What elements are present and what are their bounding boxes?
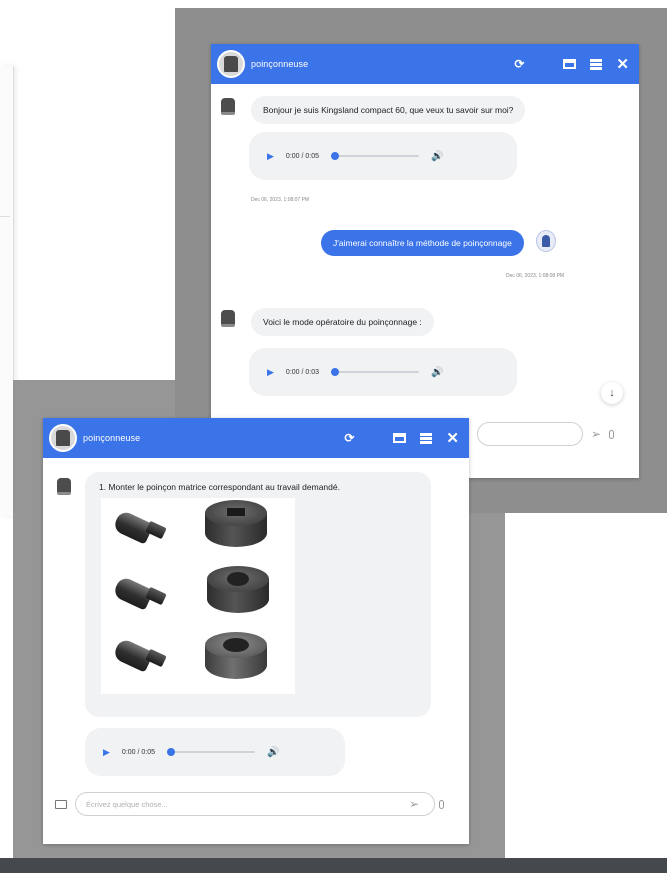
user-message: J'aimerai connaître la méthode de poinço… (321, 230, 524, 256)
play-icon[interactable]: ▶ (267, 367, 274, 378)
send-icon[interactable]: ➢ (591, 427, 601, 441)
volume-icon[interactable]: 🔊 (431, 151, 443, 162)
message-input[interactable] (75, 792, 435, 816)
mic-icon[interactable] (609, 429, 615, 439)
scroll-down-icon[interactable]: ↓ (601, 382, 623, 404)
bot-message: Bonjour je suis Kingsland compact 60, qu… (251, 96, 526, 124)
audio-progress[interactable] (331, 152, 420, 160)
input-bar: ➢ (477, 422, 615, 446)
chat-header: poinçonneuse ⟳ ✕ (43, 418, 469, 458)
punch-part (112, 575, 167, 611)
chat-title: poinçonneuse (251, 59, 309, 69)
play-icon[interactable]: ▶ (267, 151, 274, 162)
refresh-icon[interactable]: ⟳ (514, 58, 524, 70)
keyboard-icon[interactable] (55, 799, 67, 809)
send-icon[interactable]: ➢ (409, 797, 419, 811)
chat-window-top: poinçonneuse ⟳ ✕ Bonjour je suis Kingsla… (211, 44, 639, 478)
bot-message: Voici le mode opératoire du poinçonnage … (251, 308, 434, 336)
punch-die-image (101, 498, 295, 694)
input-bar: ➢ (55, 792, 445, 816)
window-icon[interactable] (393, 433, 407, 443)
chat-window-bottom: poinçonneuse ⟳ ✕ 1. Monter le poinçon ma… (43, 418, 469, 844)
grid-icon[interactable] (368, 433, 379, 444)
message-row: Bonjour je suis Kingsland compact 60, qu… (219, 96, 526, 124)
timestamp: Dec 06, 2023, 1:08:08 PM (506, 273, 565, 279)
bot-avatar-icon (219, 308, 237, 328)
audio-player: ▶ 0:00 / 0:05 🔊 (85, 728, 345, 776)
mic-icon[interactable] (439, 799, 445, 809)
punch-part (112, 637, 167, 673)
bot-avatar-icon (55, 476, 73, 496)
bot-avatar-icon (219, 96, 237, 116)
user-avatar (535, 230, 556, 252)
instruction-text: 1. Monter le poinçon matrice corresponda… (99, 482, 340, 492)
audio-progress[interactable] (167, 748, 256, 756)
audio-time: 0:00 / 0:05 (121, 748, 156, 756)
window-icon[interactable] (563, 59, 577, 69)
die-part (205, 632, 267, 680)
audio-time: 0:00 / 0:03 (285, 368, 320, 376)
bot-avatar (49, 424, 77, 452)
bottom-bar (0, 858, 667, 873)
chat-header: poinçonneuse ⟳ ✕ (211, 44, 639, 84)
background-window-left (0, 66, 14, 516)
refresh-icon[interactable]: ⟳ (344, 432, 354, 444)
close-icon[interactable]: ✕ (446, 431, 459, 446)
grid-icon[interactable] (538, 59, 549, 70)
audio-player: ▶ 0:00 / 0:03 🔊 (249, 348, 517, 396)
bot-avatar (217, 50, 245, 78)
audio-time: 0:00 / 0:05 (285, 152, 320, 160)
close-icon[interactable]: ✕ (616, 57, 629, 72)
chat-title: poinçonneuse (83, 433, 141, 443)
volume-icon[interactable]: 🔊 (267, 747, 279, 758)
list-icon[interactable] (590, 58, 603, 70)
audio-player: ▶ 0:00 / 0:05 🔊 (249, 132, 517, 180)
play-icon[interactable]: ▶ (103, 747, 110, 758)
die-part (205, 500, 267, 548)
die-part (207, 566, 269, 614)
message-input[interactable] (477, 422, 583, 446)
audio-progress[interactable] (331, 368, 420, 376)
punch-part (112, 509, 167, 545)
message-row: J'aimerai connaître la méthode de poinço… (321, 230, 556, 256)
volume-icon[interactable]: 🔊 (431, 367, 443, 378)
message-row: Voici le mode opératoire du poinçonnage … (219, 308, 434, 336)
instruction-card: 1. Monter le poinçon matrice corresponda… (85, 472, 431, 717)
timestamp: Dec 06, 2023, 1:08:07 PM (251, 197, 310, 203)
list-icon[interactable] (420, 432, 433, 444)
